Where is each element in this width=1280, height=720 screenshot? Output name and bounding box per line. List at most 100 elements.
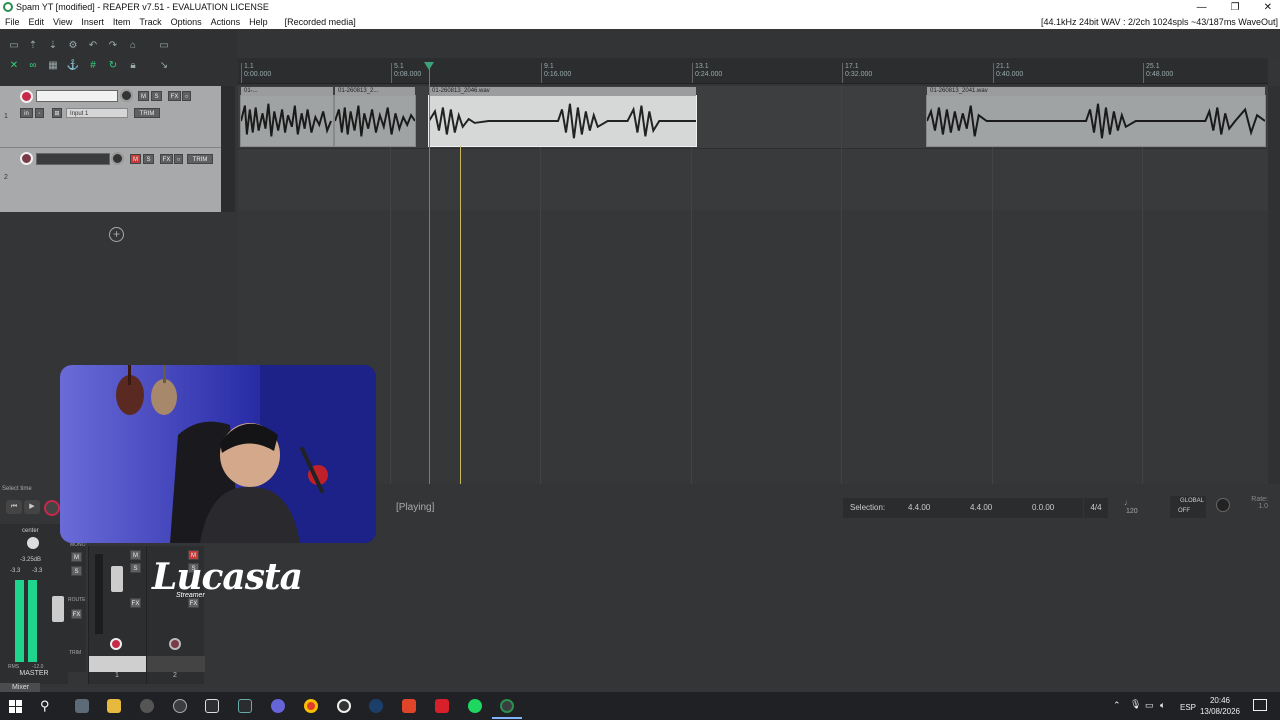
minimize-button[interactable]: — xyxy=(1197,0,1207,15)
language-indicator[interactable]: ESP xyxy=(1180,703,1196,712)
global-automation[interactable]: GLOBAL OFF xyxy=(1170,496,1206,518)
metronome-icon[interactable]: ⌂ xyxy=(126,40,140,52)
excel-app-icon[interactable] xyxy=(238,699,252,713)
media-item-selected[interactable]: 01-260813_2046.wav xyxy=(428,87,697,147)
track-1-header[interactable]: M S FX ○ in ◦ ⊞ Input 1 TRIM 1 xyxy=(0,86,221,148)
route-label[interactable]: ROUTE xyxy=(68,597,86,603)
selection-start[interactable]: 4.4.00 xyxy=(908,503,930,512)
ripple-edit-icon[interactable]: ∞ xyxy=(26,60,40,72)
tempo-display[interactable]: ♩ 120 xyxy=(1118,496,1162,520)
obs-icon[interactable] xyxy=(337,699,351,713)
fx-button[interactable]: FX xyxy=(188,598,199,608)
record-arm-button[interactable] xyxy=(169,638,181,650)
playrate-knob[interactable] xyxy=(1216,498,1230,512)
4k-app-icon[interactable] xyxy=(140,699,154,713)
master-fader[interactable] xyxy=(52,596,64,622)
add-track-button[interactable]: + xyxy=(109,227,124,242)
mute-button[interactable]: M xyxy=(130,154,141,164)
system-clock[interactable]: 20:46 13/08/2026 xyxy=(1200,695,1240,717)
microphone-icon[interactable]: 🎙︎ xyxy=(1130,699,1141,710)
loop-icon[interactable]: ↻ xyxy=(106,60,120,72)
fx-button[interactable]: FX xyxy=(71,609,82,619)
envelope-tool-icon[interactable]: ↘ xyxy=(157,60,171,72)
track-2-lane[interactable] xyxy=(238,148,1268,210)
strip-name-box[interactable] xyxy=(147,656,205,672)
open-project-icon[interactable]: ⇡ xyxy=(26,40,40,52)
record-arm-button[interactable] xyxy=(20,90,33,103)
selection-length[interactable]: 0.0.00 xyxy=(1032,503,1054,512)
screen-app-icon[interactable] xyxy=(205,699,219,713)
playrate-display[interactable]: Rate: 1.0 xyxy=(1238,496,1268,518)
steam-icon[interactable] xyxy=(369,699,383,713)
strip-fader[interactable] xyxy=(111,566,123,592)
trim-label[interactable]: TRIM xyxy=(69,650,81,656)
fx-bypass-button[interactable]: ○ xyxy=(182,91,191,101)
go-to-start-button[interactable]: ⏮ xyxy=(6,500,22,514)
audio-device-status[interactable]: [44.1kHz 24bit WAV : 2/2ch 1024spls ~43/… xyxy=(1041,15,1278,29)
snap-icon[interactable]: ⚓ xyxy=(66,60,80,72)
maximize-button[interactable]: ❐ xyxy=(1231,0,1240,15)
media-app-icon[interactable] xyxy=(173,699,187,713)
close-button[interactable]: ✕ xyxy=(1264,0,1272,15)
selection-display[interactable]: Selection: 4.4.00 4.4.00 0.0.00 xyxy=(843,498,1083,518)
redo-icon[interactable]: ↷ xyxy=(106,40,120,52)
auto-crossfade-icon[interactable]: ✕ xyxy=(7,60,21,72)
time-signature[interactable]: 4/4 xyxy=(1084,498,1108,518)
grid-icon[interactable]: ▦ xyxy=(46,60,60,72)
spotify-icon[interactable] xyxy=(468,699,482,713)
bpm-value[interactable]: 120 xyxy=(1126,508,1138,515)
windows-start-icon[interactable] xyxy=(9,700,22,713)
menu-file[interactable]: File xyxy=(5,15,20,29)
file-explorer-icon[interactable] xyxy=(107,699,121,713)
menu-edit[interactable]: Edit xyxy=(29,15,45,29)
undo-icon[interactable]: ↶ xyxy=(86,40,100,52)
input-select[interactable]: Input 1 xyxy=(66,108,128,118)
toolbar-blank-icon[interactable]: ▭ xyxy=(157,40,171,52)
solo-button[interactable]: S xyxy=(151,91,162,101)
menu-view[interactable]: View xyxy=(53,15,72,29)
reaper-taskbar-icon[interactable] xyxy=(500,699,514,713)
solo-button[interactable]: S xyxy=(71,566,82,576)
fx-button[interactable]: FX xyxy=(160,154,173,164)
strip-name-box[interactable] xyxy=(89,656,147,672)
volume-knob[interactable] xyxy=(111,152,124,165)
trim-button[interactable]: TRIM xyxy=(187,154,213,164)
media-item[interactable]: 01-260813_2041.wav xyxy=(926,87,1266,147)
input-icon[interactable]: ⊞ xyxy=(52,108,62,118)
record-button[interactable] xyxy=(44,500,60,516)
red-app-icon[interactable] xyxy=(435,699,449,713)
search-icon[interactable]: ⚲ xyxy=(40,698,50,714)
save-project-icon[interactable]: ⇣ xyxy=(46,40,60,52)
record-arm-button[interactable] xyxy=(110,638,122,650)
grid-lines-icon[interactable]: # xyxy=(86,60,100,72)
vertical-scrollbar[interactable] xyxy=(1268,86,1280,484)
track-2-header[interactable]: M S FX ○ TRIM 2 xyxy=(0,148,221,212)
volume-knob[interactable] xyxy=(120,89,133,102)
pan-knob[interactable] xyxy=(27,537,39,549)
record-arm-button[interactable] xyxy=(20,152,33,165)
brave-icon[interactable] xyxy=(402,699,416,713)
timeline-ruler[interactable]: 1.1 0:00.000 5.1 0:08.000 9.1 0:16.000 13.1… xyxy=(238,58,1268,84)
fx-button[interactable]: FX xyxy=(130,598,141,608)
record-mode-button[interactable]: ◦ xyxy=(35,108,44,118)
fx-bypass-button[interactable]: ○ xyxy=(174,154,183,164)
project-settings-icon[interactable]: ⚙ xyxy=(66,40,80,52)
menu-actions[interactable]: Actions xyxy=(211,15,241,29)
mute-button[interactable]: M xyxy=(130,550,141,560)
discord-icon[interactable] xyxy=(271,699,285,713)
mute-button[interactable]: M xyxy=(138,91,149,101)
notifications-icon[interactable] xyxy=(1253,699,1267,711)
task-view-icon[interactable] xyxy=(75,699,89,713)
menu-options[interactable]: Options xyxy=(171,15,202,29)
network-icon[interactable]: ▭ xyxy=(1145,700,1154,711)
menu-item[interactable]: Item xyxy=(113,15,131,29)
selection-end[interactable]: 4.4.00 xyxy=(970,503,992,512)
trim-button[interactable]: TRIM xyxy=(134,108,160,118)
track-name-field[interactable] xyxy=(36,153,110,165)
monitor-button[interactable]: in xyxy=(20,108,33,118)
menu-insert[interactable]: Insert xyxy=(81,15,104,29)
volume-icon[interactable]: 🔈︎ xyxy=(1160,700,1165,711)
track-name-field[interactable] xyxy=(36,90,118,102)
chrome-icon[interactable] xyxy=(304,699,318,713)
play-button[interactable]: ▶ xyxy=(24,500,40,514)
